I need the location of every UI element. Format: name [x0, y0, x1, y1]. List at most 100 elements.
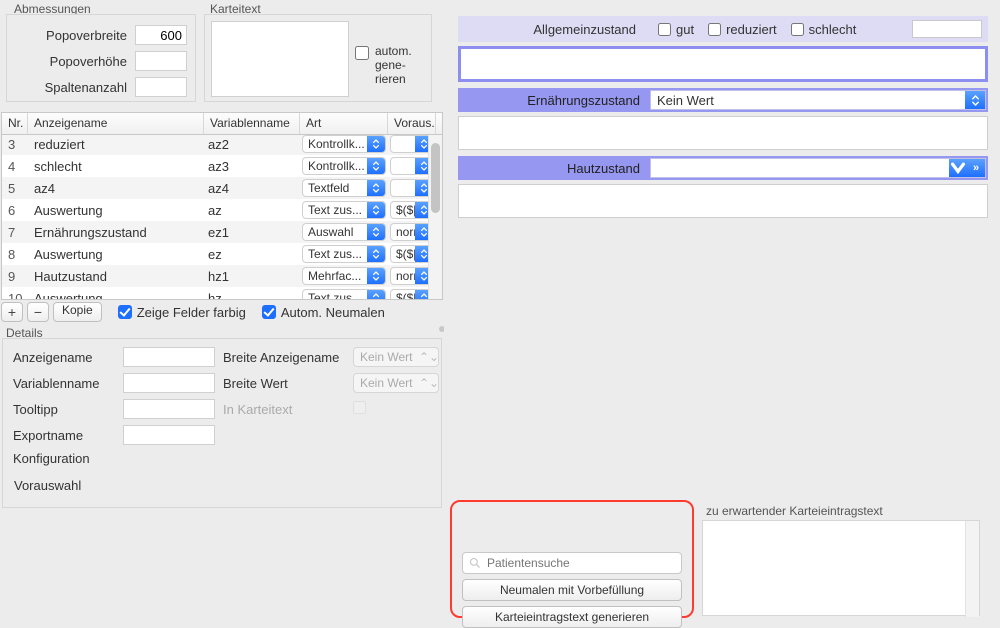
popoverhoehe-label: Popoverhöhe: [15, 54, 135, 69]
popoverbreite-label: Popoverbreite: [15, 28, 135, 43]
spaltenanzahl-label: Spaltenanzahl: [15, 80, 135, 95]
karteitext-generieren-button[interactable]: Karteieintragstext generieren: [462, 606, 682, 628]
cell-nr: 5: [2, 181, 28, 196]
cell-art-select[interactable]: Mehrfac...: [302, 267, 386, 285]
det-tooltipp-input[interactable]: [123, 399, 215, 419]
table-header: Nr. Anzeigename Variablenname Art Voraus…: [2, 113, 442, 135]
chevron-updown-icon: [965, 91, 985, 109]
cell-anzeigename: Auswertung: [28, 203, 204, 218]
ez-auswertung-field[interactable]: [458, 116, 988, 150]
schlecht-checkbox[interactable]: schlecht: [791, 22, 857, 37]
det-breite-anzeigename-label: Breite Anzeigename: [223, 350, 353, 365]
table-row[interactable]: 10AuswertunghzText zus...$($[hz...: [2, 287, 442, 300]
cell-anzeigename: reduziert: [28, 137, 204, 152]
karteitext-textarea[interactable]: [211, 21, 349, 97]
popoverhoehe-input[interactable]: [135, 51, 187, 71]
cell-variablenname: az2: [204, 137, 300, 152]
cell-variablenname: az: [204, 203, 300, 218]
table-row[interactable]: 8AuswertungezText zus...$($[ez...: [2, 243, 442, 265]
remove-row-button[interactable]: −: [27, 302, 49, 322]
table-toolbar: + − Kopie Zeige Felder farbig Autom. Neu…: [1, 300, 443, 324]
cell-anzeigename: az4: [28, 181, 204, 196]
expected-scrollbar[interactable]: [965, 521, 979, 617]
table-row[interactable]: 6AuswertungazText zus...$($[az...: [2, 199, 442, 221]
cell-variablenname: az3: [204, 159, 300, 174]
cell-art-select[interactable]: Text zus...: [302, 245, 386, 263]
expected-text-label: zu erwartender Karteieintragstext: [706, 504, 883, 518]
dimensions-group: Popoverbreite Popoverhöhe Spaltenanzahl: [6, 14, 196, 102]
az4-textfield[interactable]: [912, 20, 982, 38]
det-anzeigename-input[interactable]: [123, 347, 215, 367]
cell-anzeigename: Ernährungszustand: [28, 225, 204, 240]
table-scrollbar[interactable]: [428, 135, 442, 300]
az-auswertung-field[interactable]: [458, 46, 988, 82]
det-in-karteitext-checkbox: [353, 401, 366, 414]
cell-anzeigename: Auswertung: [28, 247, 204, 262]
hautzustand-label: Hautzustand: [458, 161, 648, 176]
cell-nr: 6: [2, 203, 28, 218]
zeige-felder-farbig-checkbox[interactable]: Zeige Felder farbig: [118, 305, 246, 320]
preview-panel: Allgemeinzustand gut reduziert schlecht …: [458, 16, 988, 218]
det-exportname-input[interactable]: [123, 425, 215, 445]
cell-variablenname: ez: [204, 247, 300, 262]
neumalen-button[interactable]: Neumalen mit Vorbefüllung: [462, 579, 682, 601]
col-art[interactable]: Art: [300, 113, 388, 134]
ernaehrungszustand-label: Ernährungszustand: [458, 93, 648, 108]
det-variablenname-label: Variablenname: [13, 376, 123, 391]
det-breite-wert-select[interactable]: Kein Wert⌃⌄: [353, 373, 439, 393]
cell-anzeigename: Hautzustand: [28, 269, 204, 284]
table-row[interactable]: 7Ernährungszustandez1Auswahlnormal: [2, 221, 442, 243]
det-breite-wert-label: Breite Wert: [223, 376, 353, 391]
cell-variablenname: hz: [204, 291, 300, 301]
cell-art-select[interactable]: Kontrollk...: [302, 135, 386, 153]
gut-checkbox[interactable]: gut: [658, 22, 694, 37]
patientensuche-field[interactable]: [462, 552, 682, 574]
det-variablenname-input[interactable]: [123, 373, 215, 393]
cell-nr: 4: [2, 159, 28, 174]
patientensuche-input[interactable]: [487, 556, 675, 570]
cell-art-select[interactable]: Text zus...: [302, 289, 386, 300]
cell-art-select[interactable]: Auswahl: [302, 223, 386, 241]
expected-text-area[interactable]: [702, 520, 980, 616]
table-scroll-thumb[interactable]: [431, 143, 440, 213]
cell-nr: 8: [2, 247, 28, 262]
cell-art-select[interactable]: Text zus...: [302, 201, 386, 219]
cell-nr: 3: [2, 137, 28, 152]
hautzustand-multiselect[interactable]: »: [650, 158, 986, 178]
det-breite-anzeigename-select[interactable]: Kein Wert⌃⌄: [353, 347, 439, 367]
cell-variablenname: hz1: [204, 269, 300, 284]
ernaehrungszustand-select[interactable]: Kein Wert: [650, 90, 986, 110]
cell-variablenname: ez1: [204, 225, 300, 240]
col-nr[interactable]: Nr.: [2, 113, 28, 134]
cell-nr: 9: [2, 269, 28, 284]
reduziert-checkbox[interactable]: reduziert: [708, 22, 777, 37]
fields-table: Nr. Anzeigename Variablenname Art Voraus…: [1, 112, 443, 300]
cell-art-select[interactable]: Textfeld: [302, 179, 386, 197]
det-exportname-label: Exportname: [13, 428, 123, 443]
col-variablenname[interactable]: Variablenname: [204, 113, 300, 134]
kopie-button[interactable]: Kopie: [53, 302, 102, 322]
double-chevron-down-icon: »: [967, 159, 985, 177]
popoverbreite-input[interactable]: [135, 25, 187, 45]
table-row[interactable]: 4schlechtaz3Kontrollk...: [2, 155, 442, 177]
autom-generieren-checkbox[interactable]: autom. gene- rieren: [355, 45, 412, 86]
spaltenanzahl-input[interactable]: [135, 77, 187, 97]
table-row[interactable]: 9Hautzustandhz1Mehrfac...normal: [2, 265, 442, 287]
table-row[interactable]: 5az4az4Textfeld: [2, 177, 442, 199]
autom-neumalen-checkbox[interactable]: Autom. Neumalen: [262, 305, 385, 320]
hz-auswertung-field[interactable]: [458, 184, 988, 218]
col-vorauswahl[interactable]: Voraus...: [388, 113, 436, 134]
table-row[interactable]: 3reduziertaz2Kontrollk...: [2, 135, 442, 155]
chevron-down-icon: [949, 159, 967, 177]
ernaehrungszustand-row: Ernährungszustand Kein Wert: [458, 88, 988, 112]
col-anzeigename[interactable]: Anzeigename: [28, 113, 204, 134]
karteitext-group: autom. gene- rieren: [204, 14, 432, 102]
det-in-karteitext-label: In Karteitext: [223, 402, 353, 417]
cell-nr: 7: [2, 225, 28, 240]
cell-art-select[interactable]: Kontrollk...: [302, 157, 386, 175]
add-row-button[interactable]: +: [1, 302, 23, 322]
search-icon: [469, 557, 481, 569]
cell-anzeigename: Auswertung: [28, 291, 204, 301]
det-anzeigename-label: Anzeigename: [13, 350, 123, 365]
det-vorauswahl-label: Vorauswahl: [14, 478, 81, 493]
